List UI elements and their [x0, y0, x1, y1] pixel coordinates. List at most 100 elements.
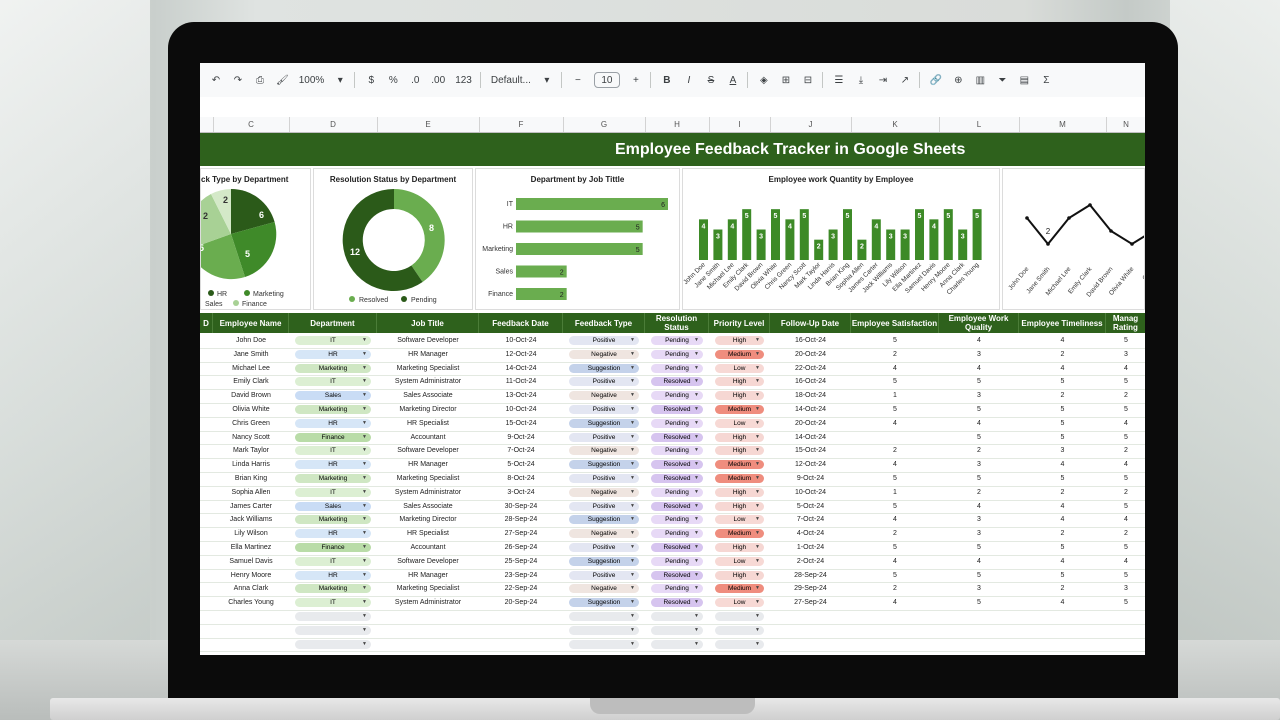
- satisfaction-cell[interactable]: 5: [851, 375, 939, 389]
- work-quality-cell[interactable]: 3: [939, 582, 1019, 596]
- percent-format-button[interactable]: %: [387, 69, 399, 91]
- follow-up-date-cell[interactable]: 5-Oct-24: [770, 500, 851, 514]
- priority-level-dropdown[interactable]: Medium ▼: [715, 405, 764, 414]
- timeliness-cell[interactable]: 4: [1019, 334, 1106, 348]
- zoom-select[interactable]: 100%: [299, 69, 325, 91]
- job-title-cell[interactable]: System Administrator: [377, 596, 479, 610]
- filter-icon[interactable]: ⏷: [996, 69, 1008, 91]
- satisfaction-cell[interactable]: 4: [851, 417, 939, 431]
- manager-rating-cell[interactable]: 4: [1106, 362, 1145, 376]
- satisfaction-cell[interactable]: 4: [851, 362, 939, 376]
- font-select[interactable]: Default...: [491, 69, 531, 91]
- paint-format-icon[interactable]: 🖌: [276, 69, 289, 91]
- align-horizontal-icon[interactable]: ☰: [833, 69, 845, 91]
- feedback-date-cell[interactable]: 13-Oct-24: [479, 389, 563, 403]
- feedback-date-cell[interactable]: 10-Oct-24: [479, 334, 563, 348]
- redo-icon[interactable]: ↷: [232, 69, 244, 91]
- manager-rating-cell[interactable]: 2: [1106, 527, 1145, 541]
- chart-resolution-status[interactable]: Resolution Status by Department 8 12 Res…: [313, 168, 473, 310]
- feedback-type-dropdown[interactable]: Negative ▼: [569, 391, 639, 401]
- work-quality-cell[interactable]: 2: [939, 444, 1019, 458]
- work-quality-cell[interactable]: 5: [939, 375, 1019, 389]
- font-size-input[interactable]: 10: [593, 72, 620, 88]
- work-quality-cell[interactable]: 3: [939, 458, 1019, 472]
- resolution-status-dropdown[interactable]: Pending ▼: [651, 556, 703, 566]
- work-quality-cell[interactable]: 5: [939, 403, 1019, 417]
- feedback-type-dropdown[interactable]: Suggestion ▼: [569, 460, 639, 470]
- column-header[interactable]: D: [289, 117, 378, 132]
- priority-level-dropdown[interactable]: High ▼: [715, 391, 764, 401]
- manager-rating-cell[interactable]: 5: [1106, 500, 1145, 514]
- timeliness-cell[interactable]: 4: [1019, 513, 1106, 527]
- chart-department-by-job-title[interactable]: Department by Job Tittle IT 6 HR 5 Marketing…: [475, 168, 680, 310]
- follow-up-date-cell[interactable]: 14-Oct-24: [770, 403, 851, 417]
- feedback-date-cell[interactable]: 23-Sep-24: [479, 569, 563, 583]
- priority-level-dropdown[interactable]: High ▼: [715, 487, 764, 497]
- department-dropdown[interactable]: Finance ▼: [295, 543, 371, 552]
- employee-name-cell[interactable]: Jack Williams: [213, 513, 289, 527]
- print-icon[interactable]: ⎙: [254, 69, 266, 91]
- feedback-date-cell[interactable]: 8-Oct-24: [479, 472, 563, 486]
- filter-views-icon[interactable]: ▤: [1018, 69, 1030, 91]
- priority-level-dropdown[interactable]: High ▼: [715, 570, 764, 580]
- priority-level-dropdown[interactable]: High ▼: [715, 336, 764, 345]
- column-header[interactable]: J: [770, 117, 852, 132]
- work-quality-cell[interactable]: 3: [939, 527, 1019, 541]
- feedback-date-cell[interactable]: 22-Sep-24: [479, 582, 563, 596]
- job-title-cell[interactable]: Accountant: [377, 431, 479, 445]
- feedback-type-dropdown[interactable]: ▼: [569, 639, 639, 649]
- resolution-status-dropdown[interactable]: Resolved ▼: [651, 543, 703, 552]
- feedback-type-dropdown[interactable]: Suggestion ▼: [569, 515, 639, 525]
- job-title-cell[interactable]: Software Developer: [377, 334, 479, 348]
- satisfaction-cell[interactable]: [851, 431, 939, 445]
- department-dropdown[interactable]: Marketing ▼: [295, 405, 371, 414]
- feedback-date-cell[interactable]: 5-Oct-24: [479, 458, 563, 472]
- department-dropdown[interactable]: Marketing ▼: [295, 584, 371, 594]
- priority-level-dropdown[interactable]: High ▼: [715, 446, 764, 456]
- follow-up-date-cell[interactable]: 20-Oct-24: [770, 417, 851, 431]
- job-title-cell[interactable]: Marketing Specialist: [377, 472, 479, 486]
- resolution-status-dropdown[interactable]: Resolved ▼: [651, 598, 703, 608]
- work-quality-cell[interactable]: 5: [939, 569, 1019, 583]
- feedback-date-cell[interactable]: 11-Oct-24: [479, 375, 563, 389]
- feedback-date-cell[interactable]: 7-Oct-24: [479, 444, 563, 458]
- satisfaction-cell[interactable]: 1: [851, 389, 939, 403]
- follow-up-date-cell[interactable]: 20-Oct-24: [770, 348, 851, 362]
- department-dropdown[interactable]: HR ▼: [295, 418, 371, 428]
- resolution-status-dropdown[interactable]: Resolved ▼: [651, 474, 703, 483]
- feedback-date-cell[interactable]: 28-Sep-24: [479, 513, 563, 527]
- chart-line-by-employee[interactable]: John Doe 2 Jane Smith Michael Lee Emily Clar…: [1002, 168, 1145, 310]
- follow-up-date-cell[interactable]: 14-Oct-24: [770, 431, 851, 445]
- column-header[interactable]: H: [645, 117, 710, 132]
- timeliness-cell[interactable]: 3: [1019, 444, 1106, 458]
- department-dropdown[interactable]: Sales ▼: [295, 391, 371, 401]
- follow-up-date-cell[interactable]: 22-Oct-24: [770, 362, 851, 376]
- priority-level-dropdown[interactable]: Medium ▼: [715, 460, 764, 470]
- feedback-date-cell[interactable]: 27-Sep-24: [479, 527, 563, 541]
- work-quality-cell[interactable]: 5: [939, 541, 1019, 555]
- undo-icon[interactable]: ↶: [210, 69, 222, 91]
- employee-name-cell[interactable]: Mark Taylor: [213, 444, 289, 458]
- employee-name-cell[interactable]: Emily Clark: [213, 375, 289, 389]
- job-title-cell[interactable]: HR Manager: [377, 458, 479, 472]
- follow-up-date-cell[interactable]: 1-Oct-24: [770, 541, 851, 555]
- job-title-cell[interactable]: Sales Associate: [377, 500, 479, 514]
- job-title-cell[interactable]: Marketing Director: [377, 513, 479, 527]
- job-title-cell[interactable]: HR Specialist: [377, 417, 479, 431]
- job-title-cell[interactable]: Marketing Specialist: [377, 362, 479, 376]
- manager-rating-cell[interactable]: 5: [1106, 596, 1145, 610]
- work-quality-cell[interactable]: 5: [939, 431, 1019, 445]
- manager-rating-cell[interactable]: 4: [1106, 417, 1145, 431]
- work-quality-cell[interactable]: 5: [939, 596, 1019, 610]
- department-dropdown[interactable]: ▼: [295, 625, 371, 635]
- follow-up-date-cell[interactable]: 18-Oct-24: [770, 389, 851, 403]
- text-color-icon[interactable]: A: [727, 69, 739, 91]
- resolution-status-dropdown[interactable]: Pending ▼: [651, 391, 703, 401]
- functions-icon[interactable]: Σ: [1040, 69, 1052, 91]
- department-dropdown[interactable]: Marketing ▼: [295, 515, 371, 525]
- resolution-status-dropdown[interactable]: Pending ▼: [651, 515, 703, 525]
- priority-level-dropdown[interactable]: High ▼: [715, 432, 764, 442]
- satisfaction-cell[interactable]: 2: [851, 527, 939, 541]
- manager-rating-cell[interactable]: 5: [1106, 334, 1145, 348]
- department-dropdown[interactable]: IT ▼: [295, 377, 371, 387]
